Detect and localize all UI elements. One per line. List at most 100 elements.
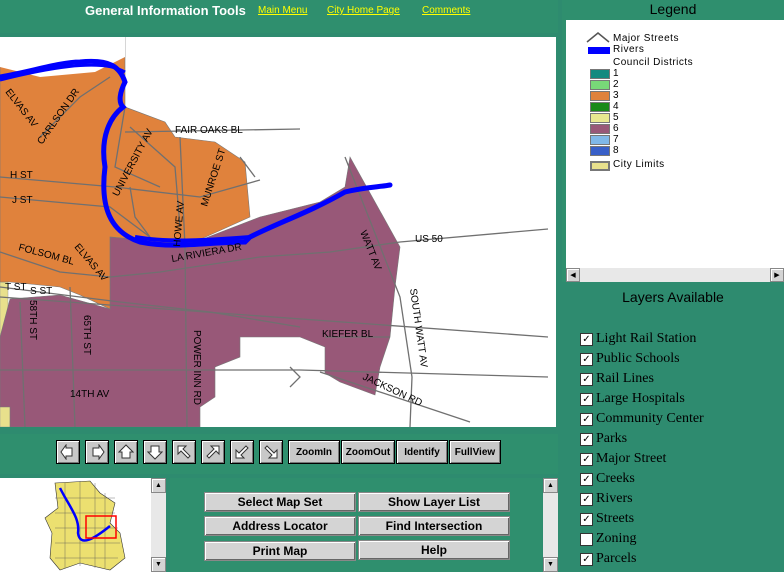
district-2-swatch — [590, 80, 610, 90]
major-streets-symbol — [586, 32, 610, 43]
pan-northeast-button[interactable] — [201, 440, 225, 464]
legend-district-5: 5 — [613, 112, 620, 123]
arrow-up-icon — [118, 444, 134, 459]
layer-item[interactable]: ✓ Parcels — [580, 550, 636, 568]
zoom-in-button[interactable]: ZoomIn — [288, 440, 340, 464]
layer-name: Zoning — [596, 531, 637, 546]
show-layer-list-button[interactable]: Show Layer List — [358, 492, 510, 512]
pan-northwest-button[interactable] — [172, 440, 196, 464]
layer-item[interactable]: ✓ Parks — [580, 430, 627, 448]
layer-item[interactable]: ✓ Community Center — [580, 410, 704, 428]
legend-box: Major Streets Rivers Council Districts 1… — [566, 20, 784, 282]
layer-item[interactable]: ✓ Creeks — [580, 470, 635, 488]
district-1-swatch — [590, 69, 610, 79]
layer-name: Streets — [596, 511, 635, 526]
legend-district-4: 4 — [613, 101, 620, 112]
identify-button[interactable]: Identify — [396, 440, 448, 464]
city-limits-swatch — [590, 161, 610, 171]
print-map-button[interactable]: Print Map — [204, 541, 356, 561]
map-label-power-inn-rd: POWER INN RD — [191, 330, 202, 405]
layer-item[interactable]: ✓ Rivers — [580, 490, 633, 508]
layer-item[interactable]: ✓ Light Rail Station — [580, 330, 696, 348]
layer-checkbox[interactable]: ✓ — [580, 492, 593, 506]
layer-item[interactable]: ✓ Public Schools — [580, 350, 680, 368]
address-locator-button[interactable]: Address Locator — [204, 516, 356, 536]
map-label-58th-st: 58TH ST — [27, 300, 38, 340]
district-4-swatch — [590, 102, 610, 112]
arrow-up-right-icon — [206, 445, 220, 459]
layer-name: Light Rail Station — [596, 331, 697, 346]
layer-name: Community Center — [596, 411, 704, 426]
layer-item[interactable]: ✓ Major Street — [580, 450, 666, 468]
pan-west-button[interactable] — [56, 440, 80, 464]
legend-district-3: 3 — [613, 90, 620, 101]
scroll-right-icon[interactable]: ▶ — [770, 268, 784, 282]
layer-checkbox[interactable]: ✓ — [580, 412, 593, 426]
layer-checkbox[interactable]: ✓ — [580, 472, 593, 486]
layer-checkbox[interactable]: ✓ — [580, 392, 593, 406]
scroll-down-icon[interactable]: ▼ — [543, 557, 558, 572]
find-intersection-button[interactable]: Find Intersection — [358, 516, 510, 536]
layer-name: Public Schools — [596, 351, 680, 366]
scroll-up-icon[interactable]: ▲ — [151, 478, 166, 493]
layers-title: Layers Available — [622, 289, 724, 305]
layer-checkbox[interactable]: ✓ — [580, 512, 593, 526]
arrow-right-icon — [92, 444, 105, 460]
district-3-swatch — [590, 91, 610, 101]
layer-name: Rail Lines — [596, 371, 654, 386]
layer-name: Parcels — [596, 551, 637, 566]
overview-scrollbar[interactable]: ▲ ▼ — [151, 478, 166, 572]
map-label-us-50: US 50 — [415, 234, 443, 245]
overview-map[interactable]: ▲ ▼ — [0, 478, 166, 572]
layer-checkbox[interactable] — [580, 532, 593, 546]
map-view[interactable]: ELVAS AV CARLSON DR UNIVERSITY AV FAIR O… — [0, 37, 556, 427]
legend-rivers: Rivers — [613, 44, 645, 55]
layer-name: Large Hospitals — [596, 391, 685, 406]
pan-north-button[interactable] — [114, 440, 138, 464]
arrow-down-icon — [147, 445, 163, 460]
layer-item[interactable]: Zoning — [580, 530, 636, 548]
map-label-fair-oaks-bl: FAIR OAKS BL — [175, 125, 243, 136]
legend-title: Legend — [649, 1, 697, 17]
city-home-page-link[interactable]: City Home Page — [327, 5, 400, 16]
scroll-up-icon[interactable]: ▲ — [543, 478, 558, 493]
layer-name: Creeks — [596, 471, 635, 486]
select-map-set-button[interactable]: Select Map Set — [204, 492, 356, 512]
layer-checkbox[interactable]: ✓ — [580, 332, 593, 346]
legend-city-limits: City Limits — [613, 159, 665, 170]
district-8-swatch — [590, 146, 610, 156]
layer-item[interactable]: ✓ Large Hospitals — [580, 390, 685, 408]
map-label-t-st: T ST — [5, 282, 26, 293]
layer-item[interactable]: ✓ Rail Lines — [580, 370, 654, 388]
layer-item[interactable]: ✓ Streets — [580, 510, 634, 528]
legend-scrollbar[interactable]: ◀ ▶ — [566, 268, 784, 282]
layer-checkbox[interactable]: ✓ — [580, 452, 593, 466]
scroll-down-icon[interactable]: ▼ — [151, 557, 166, 572]
pan-southwest-button[interactable] — [230, 440, 254, 464]
layer-checkbox[interactable]: ✓ — [580, 352, 593, 366]
zoom-out-button[interactable]: ZoomOut — [341, 440, 395, 464]
arrow-down-left-icon — [235, 445, 249, 459]
scroll-left-icon[interactable]: ◀ — [566, 268, 580, 282]
full-view-button[interactable]: FullView — [449, 440, 501, 464]
pan-east-button[interactable] — [85, 440, 109, 464]
layer-name: Major Street — [596, 451, 667, 466]
help-button[interactable]: Help — [358, 540, 510, 560]
pan-southeast-button[interactable] — [259, 440, 283, 464]
frame-scrollbar[interactable]: ▲ ▼ — [543, 478, 558, 572]
legend-district-1: 1 — [613, 68, 620, 79]
map-canvas[interactable]: ELVAS AV CARLSON DR UNIVERSITY AV FAIR O… — [0, 37, 556, 427]
main-menu-link[interactable]: Main Menu — [258, 5, 307, 16]
layer-checkbox[interactable]: ✓ — [580, 432, 593, 446]
district-6-swatch — [590, 124, 610, 134]
overview-canvas[interactable] — [0, 478, 150, 572]
map-label-s-st: S ST — [30, 286, 52, 297]
layer-checkbox[interactable]: ✓ — [580, 552, 593, 566]
arrow-down-right-icon — [264, 445, 278, 459]
pan-south-button[interactable] — [143, 440, 167, 464]
arrow-left-icon — [60, 444, 73, 460]
legend-major-streets: Major Streets — [613, 33, 679, 44]
map-label-h-st: H ST — [10, 170, 33, 181]
comments-link[interactable]: Comments — [422, 5, 470, 16]
layer-checkbox[interactable]: ✓ — [580, 372, 593, 386]
